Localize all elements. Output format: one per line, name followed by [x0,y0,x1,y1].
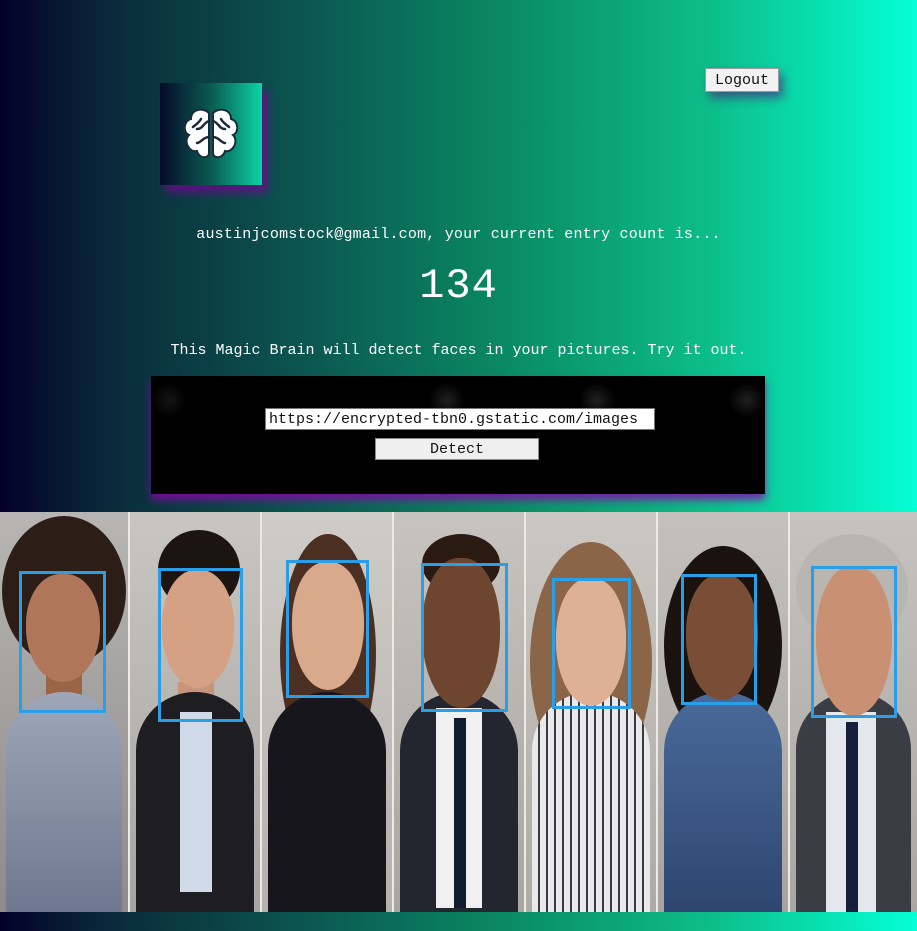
face-detection-image [0,512,917,912]
app-logo [160,83,262,185]
detect-button[interactable]: Detect [375,438,539,460]
image-link-form: Detect [151,376,765,494]
portrait-panel [658,512,788,912]
face-bounding-box [552,578,631,709]
logout-button[interactable]: Logout [705,68,779,92]
face-bounding-box [681,574,757,705]
intro-text: This Magic Brain will detect faces in yo… [170,342,747,359]
face-bounding-box [811,566,897,718]
entry-count-value: 134 [419,262,498,310]
face-bounding-box [286,560,369,698]
entry-count-message: austinjcomstock@gmail.com, your current … [196,226,721,243]
image-url-input[interactable] [265,408,655,430]
face-bounding-box [421,563,508,712]
face-bounding-box [158,568,243,722]
portrait-panel [526,512,656,912]
brain-icon [183,108,239,159]
face-bounding-box [19,571,106,713]
